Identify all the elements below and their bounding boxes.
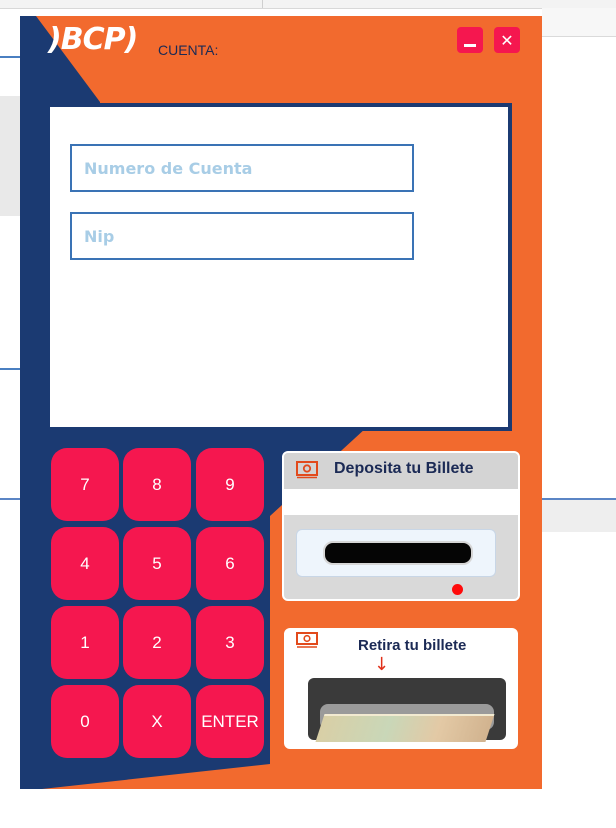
key-5[interactable]: 5 [123, 527, 191, 600]
deposit-band [284, 489, 518, 515]
money-icon [296, 461, 318, 479]
minimize-button[interactable] [457, 27, 483, 53]
bcp-logo: )BCP) [48, 22, 138, 57]
key-4[interactable]: 4 [51, 527, 119, 600]
key-3[interactable]: 3 [196, 606, 264, 679]
status-led [452, 584, 463, 595]
background-toolbar-segment [262, 0, 263, 8]
deposit-slot[interactable] [323, 541, 473, 565]
withdraw-title: Retira tu billete [358, 637, 467, 654]
key-8[interactable]: 8 [123, 448, 191, 521]
minimize-icon [464, 43, 476, 47]
key-6[interactable]: 6 [196, 527, 264, 600]
cuenta-label: CUENTA: [158, 42, 219, 58]
nip-field[interactable] [70, 212, 414, 260]
key-cancel[interactable]: X [123, 685, 191, 758]
background-panel [0, 96, 20, 216]
key-1[interactable]: 1 [51, 606, 119, 679]
background-toolbar-segment [0, 0, 263, 8]
background-toolbar [0, 0, 616, 9]
close-icon: ✕ [500, 30, 514, 50]
atm-screen [46, 103, 512, 431]
withdraw-panel: Retira tu billete ↓ [282, 626, 520, 751]
key-9[interactable]: 9 [196, 448, 264, 521]
deposit-panel: Deposita tu Billete [282, 451, 520, 601]
close-button[interactable]: ✕ [494, 27, 520, 53]
deposit-title: Deposita tu Billete [334, 460, 474, 477]
background-panel [542, 500, 616, 532]
background-divider [0, 498, 20, 500]
background-divider [0, 368, 20, 370]
key-7[interactable]: 7 [51, 448, 119, 521]
background-divider [0, 56, 20, 58]
key-enter[interactable]: ENTER [196, 685, 264, 758]
money-icon [296, 632, 318, 648]
banknote-image[interactable] [315, 714, 495, 742]
cash-dispenser [308, 678, 506, 742]
key-2[interactable]: 2 [123, 606, 191, 679]
account-number-field[interactable] [70, 144, 414, 192]
nip-input[interactable] [82, 225, 412, 247]
key-0[interactable]: 0 [51, 685, 119, 758]
atm-window: )BCP) CUENTA: ✕ 7 8 9 4 5 6 1 2 3 0 X EN… [20, 16, 542, 789]
background-editor-header [542, 8, 616, 37]
account-number-input[interactable] [82, 157, 412, 179]
arrow-down-icon: ↓ [374, 654, 390, 675]
deposit-slot-frame [296, 529, 496, 577]
